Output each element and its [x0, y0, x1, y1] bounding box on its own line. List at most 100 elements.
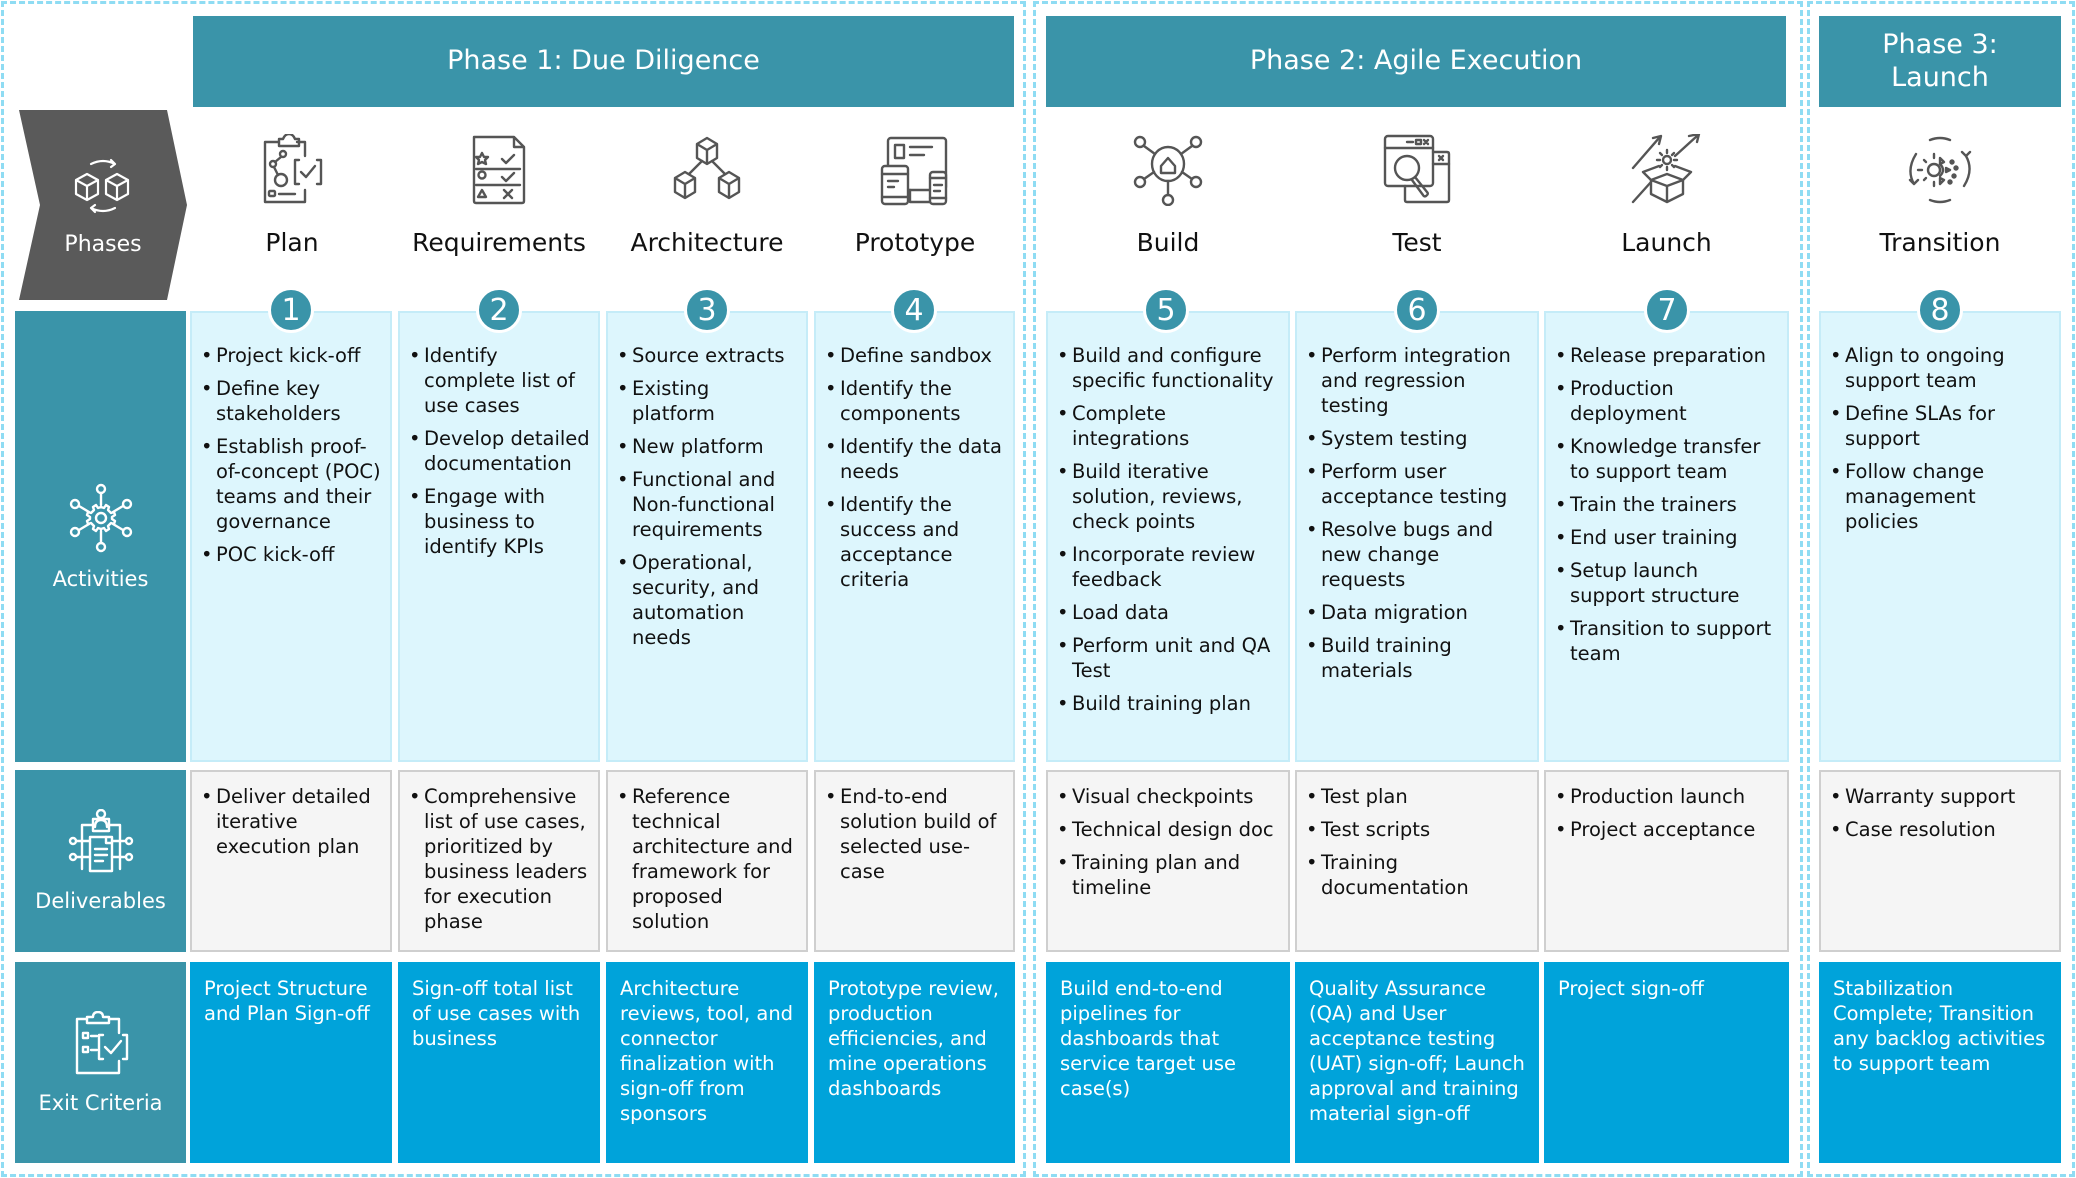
step-number-badge: 6 [1394, 287, 1440, 333]
list-item: Case resolution [1829, 817, 2051, 842]
step-title: Architecture [630, 228, 784, 257]
exit-criteria-cell-requirements: Sign-off total list of use cases with bu… [398, 962, 600, 1163]
deliverables-cell-launch: Production launch Project acceptance [1544, 770, 1789, 952]
list-item: Knowledge transfer to support team [1554, 434, 1779, 484]
step-header-prototype: Prototype [814, 130, 1016, 257]
list-item: Establish proof-of-concept (POC) teams a… [200, 434, 382, 534]
activities-cell-transition: Align to ongoing support team Define SLAs… [1819, 311, 2061, 762]
step-number-badge: 5 [1143, 287, 1189, 333]
step-title: Launch [1621, 228, 1712, 257]
list-item: Perform integration and regression testi… [1305, 343, 1529, 418]
step-header-launch: Launch [1544, 130, 1789, 257]
activities-cell-build: Build and configure specific functionali… [1046, 311, 1290, 762]
clipboard-plan-icon [252, 130, 332, 210]
step-header-transition: Transition [1819, 130, 2061, 257]
list-item: Test plan [1305, 784, 1529, 809]
activities-cell-requirements: Identify complete list of use cases Devel… [398, 311, 600, 762]
phases-label: Phases [64, 231, 142, 257]
deliverables-cell-test: Test plan Test scripts Training documentat… [1295, 770, 1539, 952]
list-item: Existing platform [616, 376, 798, 426]
phase-header-1: Phase 1: Due Diligence [193, 16, 1014, 107]
checklist-icon [459, 130, 539, 210]
step-title: Plan [265, 228, 319, 257]
list-item: Technical design doc [1056, 817, 1280, 842]
list-item: Build training materials [1305, 633, 1529, 683]
exit-criteria-label: Exit Criteria [38, 1090, 163, 1115]
exit-criteria-row-label: Exit Criteria [15, 962, 186, 1163]
list-item: Setup launch support structure [1554, 558, 1779, 608]
list-item: Identify complete list of use cases [408, 343, 590, 418]
cubes-cycle-icon [71, 154, 135, 222]
activities-cell-test: Perform integration and regression testi… [1295, 311, 1539, 762]
phases-row-label: Phases [19, 110, 187, 300]
step-number-badge: 7 [1644, 287, 1690, 333]
deliverables-cell-transition: Warranty support Case resolution [1819, 770, 2061, 952]
step-title: Requirements [412, 228, 586, 257]
list-item: Operational, security, and automation ne… [616, 550, 798, 650]
step-header-requirements: Requirements [398, 130, 600, 257]
list-item: Train the trainers [1554, 492, 1779, 517]
step-title: Transition [1879, 228, 2001, 257]
list-item: Visual checkpoints [1056, 784, 1280, 809]
list-item: Define sandbox [824, 343, 1005, 368]
list-item: Build training plan [1056, 691, 1280, 716]
list-item: POC kick-off [200, 542, 382, 567]
list-item: Align to ongoing support team [1829, 343, 2051, 393]
list-item: New platform [616, 434, 798, 459]
network-hub-icon [1128, 130, 1208, 210]
deliverables-cell-plan: Deliver detailed iterative execution pla… [190, 770, 392, 952]
list-item: Data migration [1305, 600, 1529, 625]
list-item: Follow change management policies [1829, 459, 2051, 534]
step-title: Prototype [854, 228, 976, 257]
exit-clipboard-check-icon [71, 1010, 131, 1081]
step-header-build: Build [1046, 130, 1290, 257]
activities-row-label: Activities [15, 311, 186, 762]
list-item: Comprehensive list of use cases, priorit… [408, 784, 590, 934]
list-item: Identify the success and acceptance crit… [824, 492, 1005, 592]
activities-gear-network-icon [66, 483, 136, 557]
list-item: Source extracts [616, 343, 798, 368]
list-item: Release preparation [1554, 343, 1779, 368]
exit-criteria-cell-transition: Stabilization Complete; Transition any b… [1819, 962, 2061, 1163]
exit-criteria-cell-build: Build end-to-end pipelines for dashboard… [1046, 962, 1290, 1163]
activities-cell-plan: Project kick-off Define key stakeholders E… [190, 311, 392, 762]
list-item: Production deployment [1554, 376, 1779, 426]
exit-criteria-cell-plan: Project Structure and Plan Sign-off [190, 962, 392, 1163]
activities-label: Activities [52, 566, 149, 591]
list-item: Engage with business to identify KPIs [408, 484, 590, 559]
list-item: Training documentation [1305, 850, 1529, 900]
deliverables-cell-prototype: End-to-end solution build of selected us… [814, 770, 1015, 952]
activities-cell-launch: Release preparation Production deployment… [1544, 311, 1789, 762]
exit-criteria-cell-architecture: Architecture reviews, tool, and connecto… [606, 962, 808, 1163]
list-item: System testing [1305, 426, 1529, 451]
step-header-test: Test [1295, 130, 1539, 257]
exit-criteria-cell-test: Quality Assurance (QA) and User acceptan… [1295, 962, 1539, 1163]
exit-criteria-cell-launch: Project sign-off [1544, 962, 1789, 1163]
list-item: Identify the components [824, 376, 1005, 426]
deliverables-cell-architecture: Reference technical architecture and fra… [606, 770, 808, 952]
box-launch-icon [1627, 130, 1707, 210]
list-item: Define key stakeholders [200, 376, 382, 426]
deliverables-label: Deliverables [35, 889, 166, 913]
list-item: Resolve bugs and new change requests [1305, 517, 1529, 592]
window-search-icon [1377, 130, 1457, 210]
list-item: Warranty support [1829, 784, 2051, 809]
list-item: Complete integrations [1056, 401, 1280, 451]
list-item: Deliver detailed iterative execution pla… [200, 784, 382, 859]
exit-criteria-cell-prototype: Prototype review, production efficiencie… [814, 962, 1015, 1163]
list-item: Incorporate review feedback [1056, 542, 1280, 592]
deliverables-document-icon [68, 808, 134, 879]
cubes-hierarchy-icon [667, 130, 747, 210]
activities-cell-architecture: Source extracts Existing platform New plat… [606, 311, 808, 762]
step-number-badge: 1 [268, 287, 314, 333]
step-header-architecture: Architecture [606, 130, 808, 257]
list-item: Load data [1056, 600, 1280, 625]
list-item: Project acceptance [1554, 817, 1779, 842]
list-item: Define SLAs for support [1829, 401, 2051, 451]
list-item: End-to-end solution build of selected us… [824, 784, 1005, 884]
step-title: Test [1392, 228, 1442, 257]
list-item: Develop detailed documentation [408, 426, 590, 476]
deliverables-row-label: Deliverables [15, 770, 186, 952]
list-item: Reference technical architecture and fra… [616, 784, 798, 934]
gear-cycle-icon [1900, 130, 1980, 210]
